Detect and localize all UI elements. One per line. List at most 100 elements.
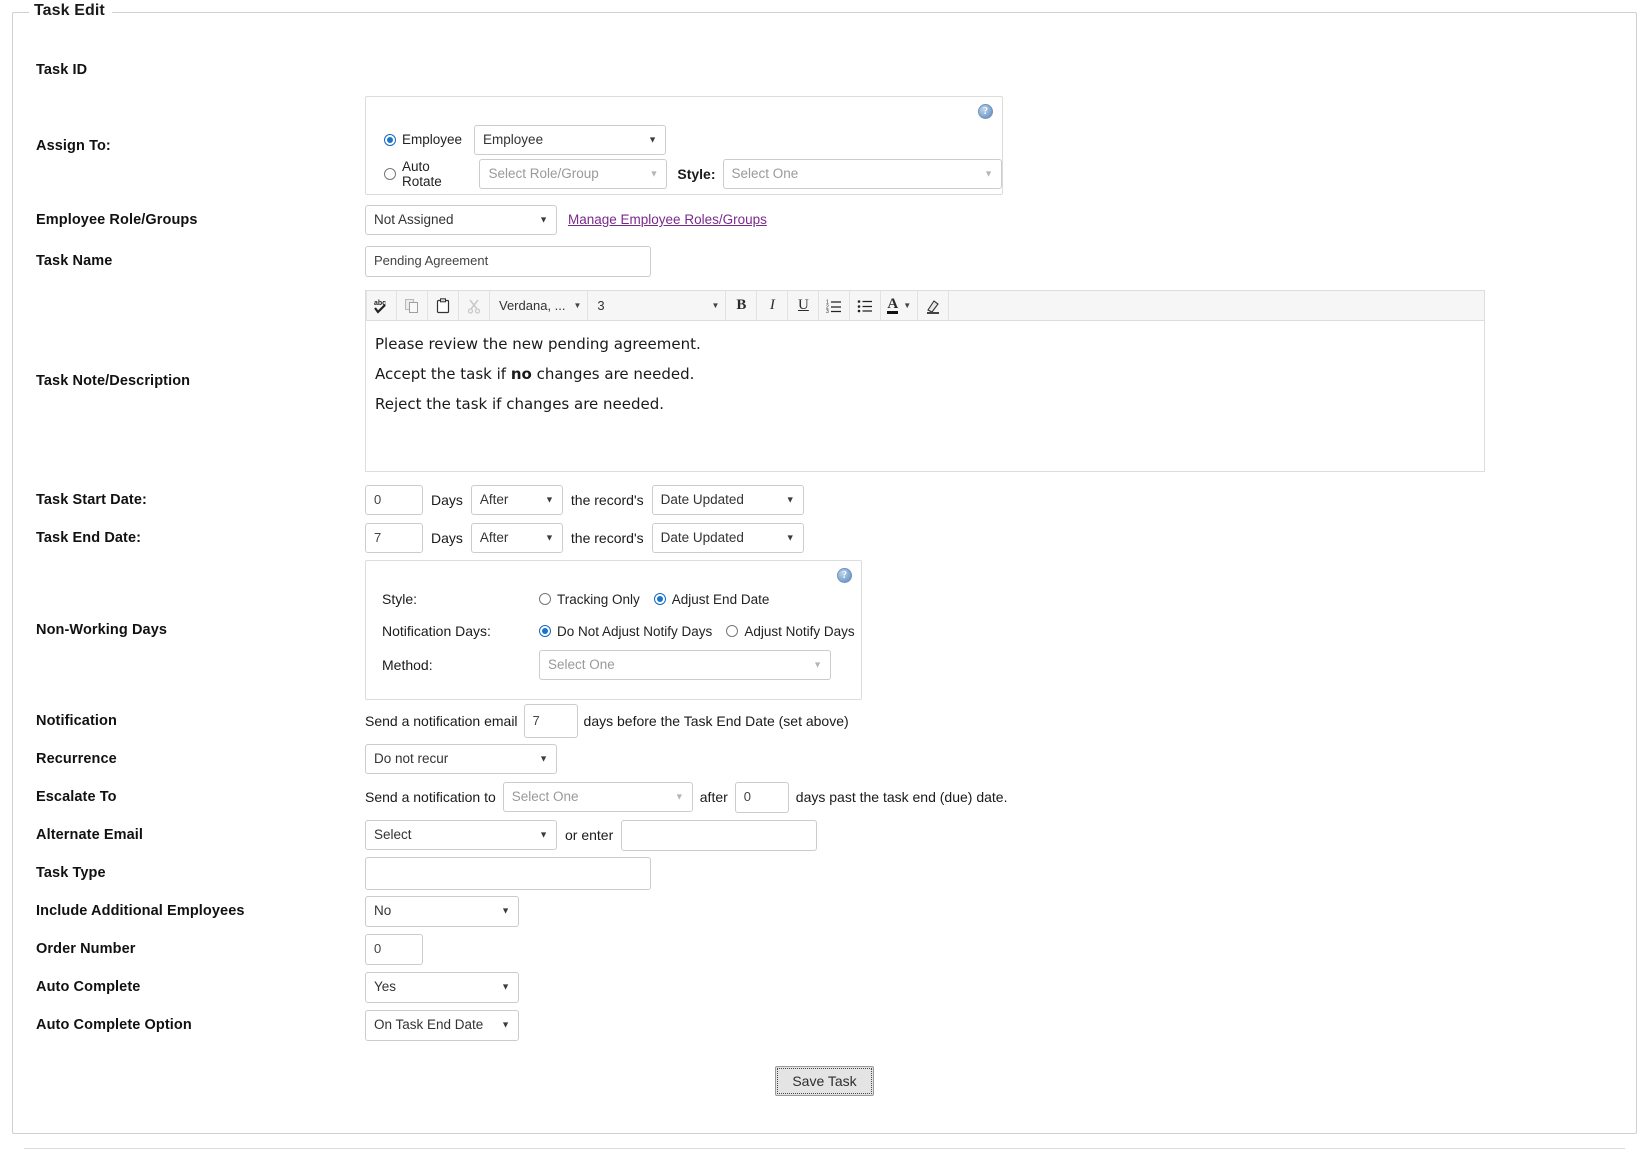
- select-escalate-to[interactable]: Select One ▼: [502, 782, 693, 812]
- select-assign-style[interactable]: Select One ▼: [722, 159, 1002, 189]
- select-role-group-value: Select Role/Group: [488, 166, 599, 181]
- cut-icon[interactable]: [459, 291, 490, 320]
- svg-text:3: 3: [826, 309, 829, 314]
- input-end-days[interactable]: 7: [365, 523, 423, 553]
- input-end-days-value: 7: [374, 530, 382, 545]
- bottom-divider: [24, 1148, 1625, 1149]
- editor-font-select[interactable]: Verdana, ... ▼: [490, 291, 589, 320]
- row-task-start-date: Task Start Date: 0 Days After ▼ the reco…: [13, 481, 1636, 519]
- help-icon[interactable]: ?: [837, 567, 852, 583]
- help-icon[interactable]: ?: [978, 104, 993, 119]
- text-escalate-mid: after: [699, 789, 728, 805]
- label-nwd-adjust-end-date: Adjust End Date: [671, 591, 770, 607]
- select-auto-complete-option[interactable]: On Task End Date ▼: [365, 1009, 519, 1041]
- font-color-icon[interactable]: A ▼: [881, 291, 919, 320]
- spellcheck-icon[interactable]: abc: [366, 291, 397, 320]
- text-escalate-pre: Send a notification to: [365, 789, 496, 805]
- select-start-field[interactable]: Date Updated ▼: [651, 485, 804, 515]
- copy-icon[interactable]: [397, 291, 428, 320]
- input-start-days[interactable]: 0: [365, 485, 423, 515]
- label-assign-auto-rotate: Auto Rotate: [402, 159, 442, 189]
- input-task-name[interactable]: Pending Agreement: [365, 245, 651, 277]
- nwd-method-row: Method: Select One ▼: [382, 647, 861, 683]
- task-edit-page: Task Edit Task ID Assign To: ? Employee …: [0, 0, 1649, 1149]
- highlight-icon[interactable]: [918, 291, 950, 320]
- row-recurrence: Recurrence Do not recur ▼: [13, 740, 1636, 778]
- select-start-when[interactable]: After ▼: [470, 485, 563, 515]
- select-alternate-email[interactable]: Select ▼: [365, 820, 557, 850]
- select-employee[interactable]: Employee ▼: [474, 124, 667, 155]
- select-start-field-value: Date Updated: [660, 492, 744, 507]
- select-auto-complete[interactable]: Yes ▼: [365, 971, 519, 1003]
- bulleted-list-icon[interactable]: [850, 291, 882, 320]
- editor-paragraph-3: Reject the task if changes are needed.: [375, 395, 665, 413]
- radio-nwd-tracking-only[interactable]: [539, 593, 551, 605]
- chevron-down-icon: ▼: [544, 532, 554, 543]
- select-end-when-value: After: [479, 530, 509, 545]
- chevron-down-icon: ▼: [573, 301, 582, 310]
- nwd-notification-days-row: Notification Days: Do Not Adjust Notify …: [382, 616, 861, 647]
- manage-employee-roles-link[interactable]: Manage Employee Roles/Groups: [568, 212, 767, 227]
- input-escalate-days[interactable]: 0: [734, 781, 789, 813]
- save-task-button[interactable]: Save Task: [775, 1066, 874, 1096]
- label-assign-employee: Employee: [402, 132, 463, 147]
- radio-assign-employee[interactable]: [384, 133, 396, 146]
- select-include-additional-employees-value: No: [374, 903, 392, 918]
- underline-label: U: [798, 297, 809, 313]
- editor-size-select[interactable]: 3 ▼: [588, 291, 727, 320]
- select-end-when[interactable]: After ▼: [470, 523, 563, 553]
- underline-button[interactable]: U: [788, 291, 820, 320]
- input-alternate-email[interactable]: [621, 819, 818, 851]
- row-auto-complete: Auto Complete Yes ▼: [13, 968, 1636, 1006]
- task-note-editor[interactable]: abc Verdana, ... ▼ 3 ▼ B I U 1 2 3 A ▼ P…: [365, 290, 1485, 472]
- select-employee-role-groups[interactable]: Not Assigned ▼: [365, 204, 557, 235]
- radio-nwd-adjust-notify[interactable]: [726, 625, 739, 637]
- label-nwd-notification-days: Notification Days:: [382, 623, 491, 639]
- paste-icon[interactable]: [428, 291, 459, 320]
- chevron-down-icon: ▼: [539, 753, 548, 764]
- assign-to-panel: ? Employee Employee ▼ Auto Rotate Select…: [365, 96, 1003, 195]
- input-notification-days[interactable]: 7: [523, 704, 578, 738]
- row-employee-role-groups: Employee Role/Groups Not Assigned ▼ Mana…: [13, 198, 1636, 241]
- select-nwd-method-value: Select One: [548, 656, 615, 672]
- input-order-number[interactable]: 0: [365, 933, 423, 965]
- row-task-type: Task Type: [13, 854, 1636, 892]
- select-start-when-value: After: [479, 492, 509, 507]
- input-task-type[interactable]: [365, 856, 651, 890]
- label-escalate-to: Escalate To: [36, 789, 117, 805]
- label-task-type: Task Type: [36, 865, 106, 881]
- bold-button[interactable]: B: [726, 291, 758, 320]
- select-end-field[interactable]: Date Updated ▼: [651, 523, 804, 553]
- radio-nwd-adjust-end-date[interactable]: [653, 593, 666, 605]
- numbered-list-icon[interactable]: 1 2 3: [819, 291, 851, 320]
- chevron-down-icon: ▼: [501, 905, 510, 916]
- select-nwd-method[interactable]: Select One ▼: [539, 649, 831, 680]
- select-assign-style-value: Select One: [731, 166, 799, 181]
- select-role-group[interactable]: Select Role/Group ▼: [479, 159, 668, 189]
- chevron-down-icon: ▼: [544, 494, 554, 505]
- label-task-id: Task ID: [36, 62, 88, 78]
- label-task-end-date: Task End Date:: [36, 530, 142, 546]
- editor-font-value: Verdana, ...: [499, 298, 566, 313]
- chevron-down-icon: ▼: [711, 301, 720, 310]
- radio-nwd-do-not-adjust[interactable]: [539, 625, 551, 637]
- label-nwd-adjust-notify: Adjust Notify Days: [744, 623, 855, 639]
- radio-assign-auto-rotate[interactable]: [384, 168, 396, 180]
- input-task-name-value: Pending Agreement: [374, 253, 489, 268]
- chevron-down-icon: ▼: [785, 494, 795, 505]
- label-include-additional-employees: Include Additional Employees: [36, 903, 245, 919]
- chevron-down-icon: ▼: [674, 791, 684, 802]
- label-task-start-date: Task Start Date:: [36, 492, 147, 508]
- editor-toolbar: abc Verdana, ... ▼ 3 ▼ B I U 1 2 3 A ▼: [366, 291, 1484, 321]
- bold-label: B: [736, 297, 747, 313]
- task-edit-fieldset: Task Edit Task ID Assign To: ? Employee …: [12, 2, 1637, 1134]
- select-recurrence[interactable]: Do not recur ▼: [365, 744, 557, 774]
- assign-to-auto-rotate-row: Auto Rotate Select Role/Group ▼ Style: S…: [384, 156, 1002, 192]
- row-assign-to: Assign To: ? Employee Employee ▼ Auto Ro…: [13, 93, 1636, 198]
- italic-button[interactable]: I: [757, 291, 789, 320]
- select-alternate-email-value: Select: [374, 827, 412, 842]
- select-include-additional-employees[interactable]: No ▼: [365, 895, 519, 927]
- select-recurrence-value: Do not recur: [374, 751, 449, 766]
- editor-content[interactable]: Please review the new pending agreement.…: [366, 321, 1484, 471]
- non-working-days-panel: ? Style: Tracking Only Adjust End Date N…: [365, 559, 862, 700]
